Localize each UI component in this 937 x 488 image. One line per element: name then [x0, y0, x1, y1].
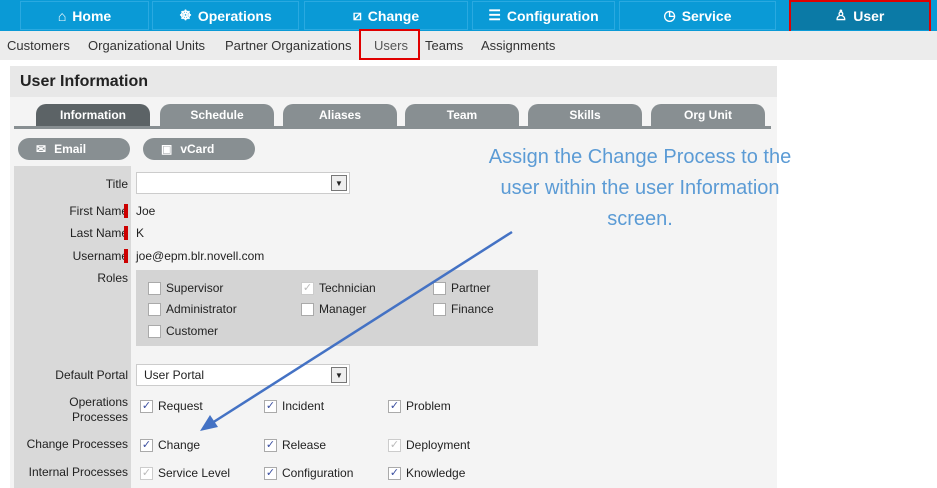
- annotation-arrow: [200, 230, 513, 431]
